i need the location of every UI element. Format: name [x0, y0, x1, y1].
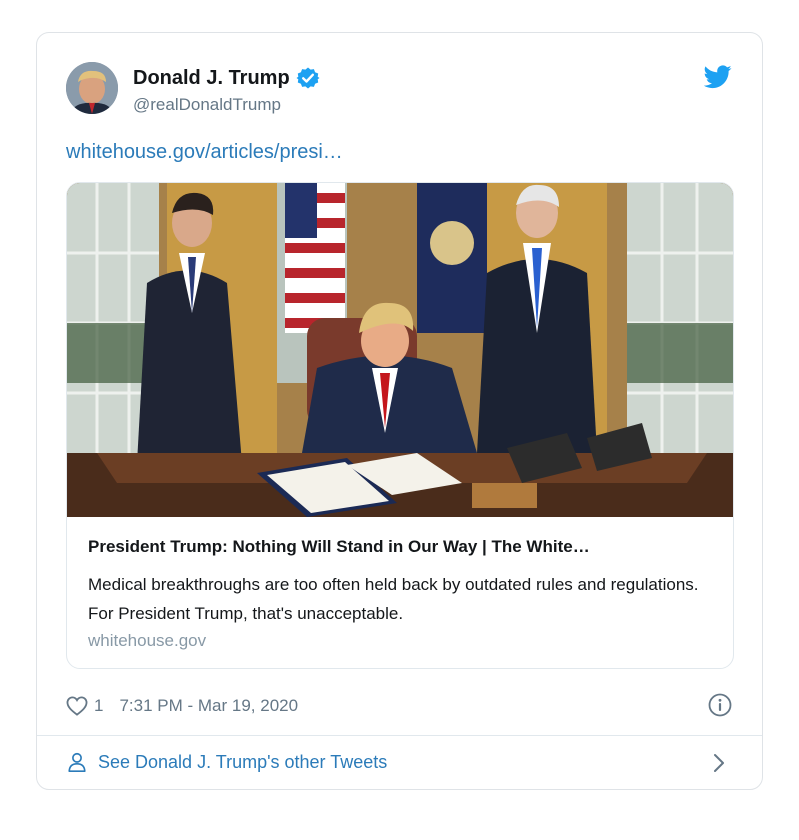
twitter-bird-icon[interactable]	[704, 65, 732, 89]
tweet-timestamp[interactable]: 7:31 PM - Mar 19, 2020	[119, 696, 298, 716]
info-icon[interactable]	[708, 693, 732, 717]
avatar[interactable]	[66, 62, 118, 114]
heart-icon[interactable]	[66, 696, 88, 716]
author-name[interactable]: Donald J. Trump	[133, 67, 290, 90]
see-other-tweets-label[interactable]: See Donald J. Trump's other Tweets	[98, 752, 387, 773]
divider	[37, 735, 762, 736]
person-icon	[68, 752, 86, 772]
author-name-row[interactable]: Donald J. Trump	[133, 66, 320, 90]
like-count[interactable]: 1	[94, 696, 103, 716]
tweet-embed-card: Donald J. Trump @realDonaldTrump whiteho…	[36, 32, 763, 790]
verified-badge-icon	[296, 67, 320, 89]
link-card-domain: whitehouse.gov	[88, 631, 207, 650]
tweet-meta-row: 1 7:31 PM - Mar 19, 2020	[66, 693, 298, 719]
tweet-link[interactable]: whitehouse.gov/articles/presi…	[66, 141, 343, 164]
link-card-title[interactable]: President Trump: Nothing Will Stand in O…	[88, 537, 718, 557]
see-other-tweets-link[interactable]: See Donald J. Trump's other Tweets	[66, 751, 387, 773]
link-card-description: Medical breakthroughs are too often held…	[88, 575, 699, 623]
author-handle[interactable]: @realDonaldTrump	[133, 95, 281, 115]
link-card-image[interactable]	[67, 183, 733, 517]
chevron-right-icon[interactable]	[712, 753, 726, 773]
link-preview-card[interactable]: President Trump: Nothing Will Stand in O…	[66, 182, 734, 669]
